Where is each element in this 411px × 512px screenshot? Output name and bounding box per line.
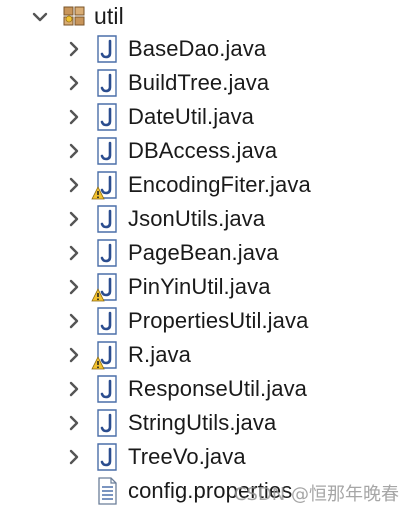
tree-item[interactable]: PinYinUtil.java xyxy=(0,270,411,304)
tree-item-label: DateUtil.java xyxy=(128,104,255,129)
chevron-right-icon[interactable] xyxy=(64,243,84,263)
tree-item[interactable]: PageBean.java xyxy=(0,236,411,270)
tree-item[interactable]: TreeVo.java xyxy=(0,440,411,474)
warning-icon xyxy=(91,288,105,302)
chevron-right-icon[interactable] xyxy=(64,447,84,467)
java-file-icon xyxy=(97,307,117,335)
tree-root-util[interactable]: util xyxy=(0,0,411,34)
java-file-icon xyxy=(97,239,117,267)
java-file-icon xyxy=(97,205,117,233)
tree-item[interactable]: JsonUtils.java xyxy=(0,202,411,236)
tree-item[interactable]: StringUtils.java xyxy=(0,406,411,440)
tree-item-label: BuildTree.java xyxy=(128,70,270,95)
tree-item[interactable]: ResponseUtil.java xyxy=(0,372,411,406)
chevron-right-icon[interactable] xyxy=(64,345,84,365)
properties-file-icon xyxy=(98,477,117,505)
java-file-icon xyxy=(97,375,117,403)
tree-item[interactable]: R.java xyxy=(0,338,411,372)
chevron-right-icon[interactable] xyxy=(64,107,84,127)
tree-item-label: DBAccess.java xyxy=(128,138,278,163)
watermark: CSDN @恒那年晚春 xyxy=(233,484,399,505)
chevron-right-icon[interactable] xyxy=(64,379,84,399)
tree-item-label: ResponseUtil.java xyxy=(128,376,308,401)
chevron-right-icon[interactable] xyxy=(64,413,84,433)
chevron-right-icon[interactable] xyxy=(64,175,84,195)
chevron-right-icon[interactable] xyxy=(64,311,84,331)
tree-root-label: util xyxy=(94,3,124,29)
java-file-icon xyxy=(97,409,117,437)
java-file-icon xyxy=(97,69,117,97)
tree-item[interactable]: PropertiesUtil.java xyxy=(0,304,411,338)
chevron-right-icon[interactable] xyxy=(64,141,84,161)
java-file-icon xyxy=(97,443,117,471)
chevron-down-icon[interactable] xyxy=(30,7,50,27)
chevron-right-icon[interactable] xyxy=(64,39,84,59)
java-file-icon xyxy=(97,103,117,131)
java-file-icon xyxy=(97,35,117,63)
tree-item-label: PinYinUtil.java xyxy=(128,274,271,299)
tree-item[interactable]: EncodingFiter.java xyxy=(0,168,411,202)
tree-item-label: BaseDao.java xyxy=(128,36,267,61)
chevron-right-icon[interactable] xyxy=(64,73,84,93)
tree-item-label: JsonUtils.java xyxy=(128,206,266,231)
warning-icon xyxy=(91,186,105,200)
tree-item-label: R.java xyxy=(128,342,191,367)
package-icon xyxy=(63,6,85,26)
chevron-right-icon[interactable] xyxy=(64,209,84,229)
tree-item-label: PropertiesUtil.java xyxy=(128,308,309,333)
tree-item[interactable]: BuildTree.java xyxy=(0,66,411,100)
tree-item-label: PageBean.java xyxy=(128,240,279,265)
tree-item-label: EncodingFiter.java xyxy=(128,172,311,197)
tree-item[interactable]: BaseDao.java xyxy=(0,32,411,66)
tree-item[interactable]: DateUtil.java xyxy=(0,100,411,134)
chevron-right-icon[interactable] xyxy=(64,277,84,297)
tree-item[interactable]: DBAccess.java xyxy=(0,134,411,168)
warning-icon xyxy=(91,356,105,370)
tree-item-label: TreeVo.java xyxy=(128,444,246,469)
java-file-icon xyxy=(97,137,117,165)
tree-item-label: StringUtils.java xyxy=(128,410,277,435)
